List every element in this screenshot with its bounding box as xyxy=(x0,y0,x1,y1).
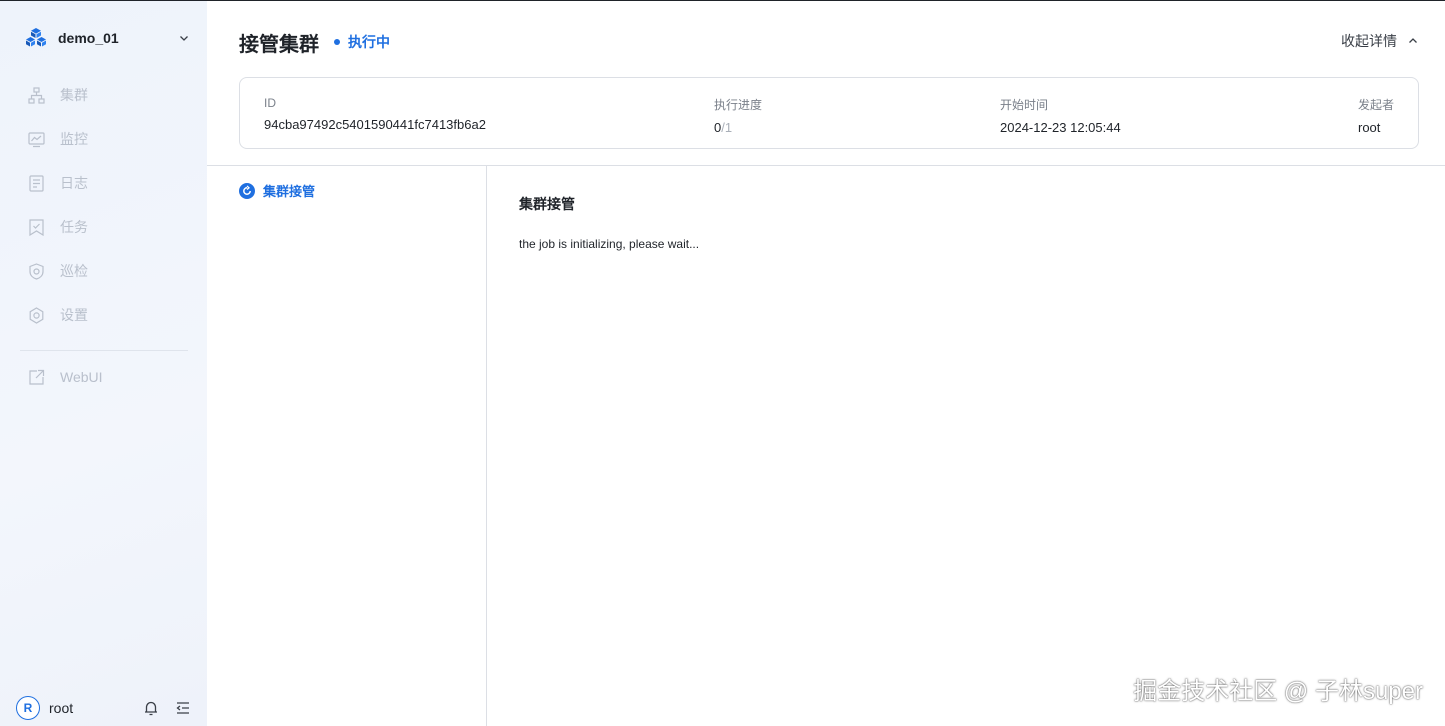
id-label: ID xyxy=(264,96,276,110)
id-field: ID 94cba97492c5401590441fc7413fb6a2 xyxy=(264,96,486,132)
chevron-up-icon xyxy=(1409,38,1417,43)
cluster-logo-icon xyxy=(26,28,46,47)
cluster-switcher[interactable]: demo_01 xyxy=(24,23,190,53)
sidebar-item-log[interactable]: 日志 xyxy=(20,161,188,205)
progress-field: 执行进度 0/1 xyxy=(714,96,762,135)
webui-link[interactable]: WebUI xyxy=(20,355,188,399)
sidebar-item-label: 设置 xyxy=(60,307,88,323)
chevron-down-icon xyxy=(180,36,188,41)
detail-title: 集群接管 xyxy=(519,196,575,212)
collapse-details-button[interactable]: 收起详情 xyxy=(1341,31,1419,51)
status-dot xyxy=(334,39,340,45)
sidebar-item-label: 巡检 xyxy=(60,263,88,279)
task-icon xyxy=(29,218,44,236)
status-badge: 执行中 xyxy=(334,32,390,52)
sidebar-item-label: 任务 xyxy=(60,219,88,235)
sidebar-item-label: 日志 xyxy=(60,175,88,191)
page-title: 接管集群 xyxy=(239,34,319,56)
start-time-value: 2024-12-23 12:05:44 xyxy=(1000,120,1121,135)
sidebar-item-monitor[interactable]: 监控 xyxy=(20,117,188,161)
sidebar-item-settings[interactable]: 设置 xyxy=(20,293,188,337)
status-text: 执行中 xyxy=(348,34,390,50)
cluster-name: demo_01 xyxy=(58,30,119,46)
nav-divider xyxy=(20,350,188,351)
sidebar-nav: 集群 监控 日志 任务 巡检 设置 xyxy=(20,73,188,337)
detail-message: the job is initializing, please wait... xyxy=(519,237,700,251)
progress-label: 执行进度 xyxy=(714,98,763,112)
start-time-field: 开始时间 2024-12-23 12:05:44 xyxy=(1000,96,1121,135)
bell-icon[interactable] xyxy=(142,699,160,717)
collapse-details-label: 收起详情 xyxy=(1341,33,1397,49)
initiator-value: root xyxy=(1357,120,1381,135)
sidebar-item-inspection[interactable]: 巡检 xyxy=(20,249,188,293)
loading-icon xyxy=(239,182,255,199)
monitor-icon xyxy=(28,131,45,147)
user-bar: R root xyxy=(16,695,192,721)
initiator-field: 发起者 root xyxy=(1358,96,1394,135)
sidebar-item-label: WebUI xyxy=(60,369,103,385)
settings-icon xyxy=(29,306,44,324)
external-link-icon xyxy=(29,369,45,385)
inspection-icon xyxy=(29,262,44,280)
job-info-card: ID 94cba97492c5401590441fc7413fb6a2 执行进度… xyxy=(239,77,1419,149)
avatar[interactable]: R xyxy=(16,696,40,720)
main-content: 接管集群 执行中 收起详情 ID 94cba97492c5401590441fc… xyxy=(207,1,1445,726)
sidebar: demo_01 集群 监控 日志 任务 巡检 设置 WebUI R root xyxy=(0,1,207,726)
watermark: 掘金技术社区 @ 子林super xyxy=(1133,678,1423,705)
sidebar-item-task[interactable]: 任务 xyxy=(20,205,188,249)
progress-total: /1 xyxy=(721,120,733,135)
id-value: 94cba97492c5401590441fc7413fb6a2 xyxy=(264,117,486,132)
panel-divider xyxy=(486,166,487,726)
collapse-menu-icon[interactable] xyxy=(174,699,192,717)
start-time-label: 开始时间 xyxy=(1000,98,1049,112)
user-name[interactable]: root xyxy=(49,700,128,716)
step-label: 集群接管 xyxy=(263,184,316,199)
cluster-icon xyxy=(28,86,45,104)
step-item-cluster-takeover[interactable]: 集群接管 xyxy=(239,181,315,200)
sidebar-item-webui[interactable]: WebUI xyxy=(20,355,188,399)
sidebar-item-label: 集群 xyxy=(60,87,88,103)
header-divider xyxy=(207,165,1445,166)
log-icon xyxy=(29,174,44,192)
sidebar-item-cluster[interactable]: 集群 xyxy=(20,73,188,117)
progress-value: 0/1 xyxy=(714,120,762,135)
sidebar-item-label: 监控 xyxy=(60,131,88,147)
initiator-label: 发起者 xyxy=(1357,98,1394,112)
